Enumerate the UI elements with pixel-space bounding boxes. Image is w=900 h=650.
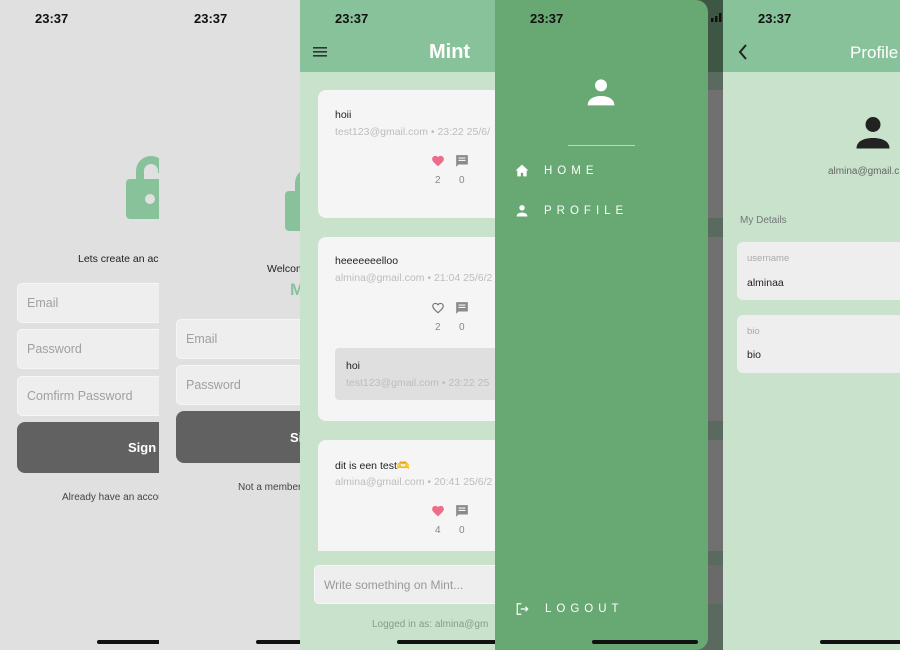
heart-outline-icon[interactable] <box>431 301 445 314</box>
section-heading: My Details <box>740 215 787 226</box>
post-text: hoii <box>335 109 352 121</box>
navigation-drawer: 23:37 HOME PROFILE LOGOUT <box>495 0 708 650</box>
menu-icon[interactable] <box>313 47 327 57</box>
person-icon <box>516 205 528 217</box>
field-value: bio <box>747 349 762 361</box>
page-title: Profile <box>850 43 899 62</box>
post-meta: test123@gmail.com • 23:22 25/6/ <box>335 126 491 138</box>
post-meta: almina@gmail.com • 20:41 25/6/2 <box>335 476 493 488</box>
status-time: 23:37 <box>530 11 564 26</box>
username-field[interactable]: username alminaa <box>737 242 900 300</box>
logged-in-label: Logged in as: almina@gm <box>372 619 489 630</box>
reply-text: hoi <box>346 360 361 372</box>
post-card: hoii test123@gmail.com • 23:22 25/6/ 2 0 <box>318 90 495 218</box>
comment-count: 0 <box>459 175 465 186</box>
like-count: 4 <box>435 525 441 536</box>
drawer-item-logout[interactable]: LOGOUT <box>515 602 624 616</box>
field-label: username <box>747 253 790 264</box>
like-count: 2 <box>435 175 441 186</box>
comment-count: 0 <box>459 525 465 536</box>
lock-icon <box>126 156 159 219</box>
status-time: 23:37 <box>758 11 792 26</box>
lock-icon <box>285 171 300 231</box>
home-icon <box>515 164 529 177</box>
home-indicator <box>820 640 900 644</box>
back-chevron-icon[interactable] <box>738 44 748 60</box>
email-input[interactable]: Email <box>17 283 159 323</box>
password-input[interactable]: Password <box>176 365 300 405</box>
signup-subtitle: Lets create an account <box>78 253 159 265</box>
comment-count: 0 <box>459 322 465 333</box>
status-time: 23:37 <box>194 11 228 26</box>
post-card: heeeeeeelloo almina@gmail.com • 21:04 25… <box>318 237 495 421</box>
post-card: dit is een test🫶 almina@gmail.com • 20:4… <box>318 440 495 551</box>
post-meta: almina@gmail.com • 21:04 25/6/2 <box>335 272 493 284</box>
home-indicator <box>97 640 159 644</box>
comment-icon[interactable] <box>455 301 469 315</box>
home-indicator <box>592 640 698 644</box>
confirm-password-input[interactable]: Comfirm Password <box>17 376 159 416</box>
feed-screen: 23:37 Mint hoii test123@gmail.com • 23:2… <box>300 0 495 650</box>
reply-card: hoi test123@gmail.com • 23:22 25 <box>335 348 495 400</box>
drawer-item-label: PROFILE <box>544 204 629 217</box>
register-link[interactable]: Not a member <box>238 482 300 493</box>
sign-in-button[interactable]: Sign In <box>176 411 300 463</box>
comment-icon[interactable] <box>455 154 469 168</box>
login-link[interactable]: Already have an account <box>62 492 159 503</box>
home-indicator <box>256 640 300 644</box>
divider <box>568 145 635 146</box>
login-screen: 23:37 Welcome M Email Password Sign In N… <box>159 0 300 650</box>
user-avatar-icon <box>856 117 890 149</box>
field-label: bio <box>747 326 760 337</box>
bio-field[interactable]: bio bio <box>737 315 900 373</box>
drawer-item-label: LOGOUT <box>545 603 624 615</box>
reply-meta: test123@gmail.com • 23:22 25 <box>346 377 490 389</box>
signup-screen: 23:37 Lets create an account Email Passw… <box>0 0 159 650</box>
signal-icon <box>711 13 722 22</box>
post-text: heeeeeeelloo <box>335 255 399 267</box>
status-time: 23:37 <box>35 11 69 26</box>
drawer-item-home[interactable]: HOME <box>515 164 599 177</box>
password-input[interactable]: Password <box>17 329 159 369</box>
heart-filled-icon[interactable] <box>431 154 445 167</box>
field-value: alminaa <box>747 277 784 289</box>
heart-filled-icon[interactable] <box>431 504 445 517</box>
profile-screen: 23:37 Profile almina@gmail.c My Details … <box>723 0 900 650</box>
status-time: 23:37 <box>335 11 369 26</box>
email-input[interactable]: Email <box>176 319 300 359</box>
logout-icon <box>516 603 529 615</box>
comment-icon[interactable] <box>455 504 469 518</box>
post-composer-input[interactable]: Write something on Mint... <box>314 565 495 604</box>
brand-title: M <box>290 280 300 299</box>
user-avatar-icon <box>587 79 615 106</box>
sign-up-button[interactable]: Sign Up <box>17 422 159 473</box>
home-indicator <box>397 640 495 644</box>
drawer-item-label: HOME <box>544 164 599 177</box>
app-title: Mint <box>429 41 471 63</box>
profile-email: almina@gmail.c <box>828 166 900 177</box>
drawer-item-profile[interactable]: PROFILE <box>515 204 628 217</box>
like-count: 2 <box>435 322 441 333</box>
welcome-text: Welcome <box>267 263 300 275</box>
post-text: dit is een test🫶 <box>335 460 410 472</box>
